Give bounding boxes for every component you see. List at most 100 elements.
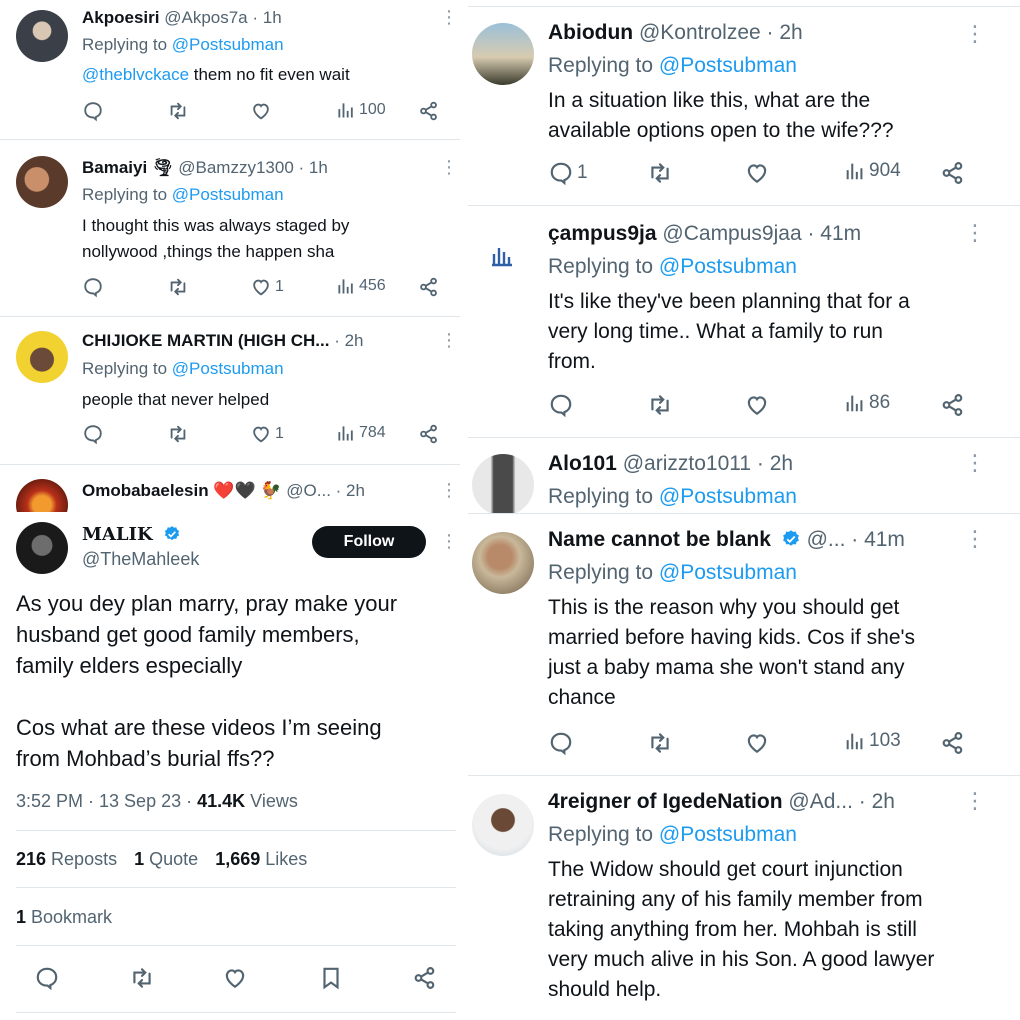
avatar[interactable]	[16, 479, 68, 512]
more-options-icon[interactable]: ⋮	[440, 8, 458, 26]
avatar[interactable]	[472, 224, 534, 286]
author-name[interactable]: Name cannot be blank	[548, 528, 771, 551]
views-button[interactable]: 784	[336, 423, 386, 443]
author-handle[interactable]: @TheMahleek	[82, 549, 199, 570]
retweet-button[interactable]	[166, 423, 190, 445]
like-button[interactable]: 1	[250, 276, 284, 298]
more-options-icon[interactable]: ⋮	[440, 532, 458, 550]
reply-button[interactable]	[548, 392, 577, 418]
avatar[interactable]	[16, 156, 68, 208]
reply-button[interactable]: 1	[548, 160, 588, 186]
author-name[interactable]: Akpoesiri	[82, 8, 159, 27]
replying-to-handle[interactable]: @Postsubman	[659, 823, 797, 846]
reposts-stat[interactable]: 216 Reposts	[16, 849, 117, 869]
like-button[interactable]	[744, 160, 770, 186]
share-button[interactable]	[418, 100, 440, 122]
more-options-icon[interactable]: ⋮	[964, 452, 986, 474]
avatar[interactable]	[472, 454, 534, 513]
reply-tweet[interactable]: CHIJIOKE MARTIN (HIGH CH... · 2h ⋮ Reply…	[0, 317, 460, 465]
views-button[interactable]: 456	[336, 276, 386, 296]
reply-button[interactable]	[82, 276, 107, 298]
timestamp[interactable]: 3:52 PM · 13 Sep 23 ·	[16, 791, 197, 811]
replying-to-handle[interactable]: @Postsubman	[659, 255, 797, 278]
like-button[interactable]	[744, 730, 770, 756]
author-name[interactable]: Alo101	[548, 452, 617, 475]
author-handle[interactable]: @O...	[286, 481, 331, 500]
more-options-icon[interactable]: ⋮	[964, 222, 986, 244]
replying-to-handle[interactable]: @Postsubman	[659, 561, 797, 584]
avatar[interactable]	[472, 794, 534, 856]
avatar[interactable]	[472, 23, 534, 85]
author-handle[interactable]: @...	[807, 528, 846, 551]
share-button[interactable]	[940, 160, 966, 186]
author-handle[interactable]: @Campus9jaa	[662, 222, 801, 245]
reply-button[interactable]	[548, 730, 577, 756]
more-options-icon[interactable]: ⋮	[440, 481, 458, 499]
like-button[interactable]	[744, 392, 770, 418]
more-options-icon[interactable]: ⋮	[964, 790, 986, 812]
replying-to-handle[interactable]: @Postsubman	[659, 485, 797, 508]
share-button[interactable]	[418, 423, 440, 445]
author-name[interactable]: Abiodun	[548, 21, 633, 44]
avatar[interactable]	[16, 522, 68, 574]
retweet-button[interactable]	[646, 730, 674, 756]
author-handle[interactable]: @arizzto1011	[623, 452, 751, 475]
replying-to-handle[interactable]: @Postsubman	[172, 35, 284, 54]
author-name[interactable]: Bamaiyi 🌪	[82, 158, 174, 177]
like-button[interactable]: 1	[250, 423, 284, 445]
reply-tweet[interactable]: 4reigner of IgedeNation @Ad... · 2h ⋮ Re…	[468, 776, 1020, 1020]
author-handle[interactable]: @Bamzzy1300	[178, 158, 294, 177]
author-handle[interactable]: @Ad...	[788, 790, 853, 813]
author-handle[interactable]: @Kontrolzee	[639, 21, 761, 44]
more-options-icon[interactable]: ⋮	[440, 331, 458, 349]
author-handle[interactable]: @Akpos7a	[164, 8, 247, 27]
views-button[interactable]: 100	[336, 100, 386, 120]
avatar[interactable]	[16, 331, 68, 383]
share-button[interactable]	[940, 392, 966, 418]
share-button[interactable]	[940, 730, 966, 756]
views-button[interactable]: 86	[844, 392, 890, 414]
author-name[interactable]: Omobabaelesin ❤️🖤 🐓	[82, 481, 282, 500]
bookmarks-stat[interactable]: 1 Bookmark	[16, 907, 112, 928]
reply-button[interactable]	[34, 965, 60, 991]
reply-tweet[interactable]: çampus9ja @Campus9jaa · 41m ⋮ Replying t…	[468, 206, 1020, 438]
reply-tweet[interactable]: Abiodun @Kontrolzee · 2h ⋮ Replying to @…	[468, 7, 1020, 206]
replying-to-handle[interactable]: @Postsubman	[172, 185, 284, 204]
likes-stat[interactable]: 1,669 Likes	[215, 849, 307, 869]
retweet-button[interactable]	[646, 160, 674, 186]
quotes-stat[interactable]: 1 Quote	[134, 849, 198, 869]
share-button[interactable]	[412, 965, 438, 991]
retweet-button[interactable]	[166, 100, 190, 122]
author-name[interactable]: CHIJIOKE MARTIN (HIGH CH...	[82, 331, 329, 350]
like-button[interactable]	[250, 100, 275, 122]
more-options-icon[interactable]: ⋮	[964, 528, 986, 550]
bookmark-button[interactable]	[318, 965, 344, 991]
retweet-button[interactable]	[128, 965, 156, 991]
replying-to: Replying to @Postsubman	[548, 561, 797, 584]
reply-tweet[interactable]: Bamaiyi 🌪 @Bamzzy1300 · 1h ⋮ Replying to…	[0, 140, 460, 317]
retweet-button[interactable]	[646, 392, 674, 418]
avatar[interactable]	[16, 10, 68, 62]
retweet-button[interactable]	[166, 276, 190, 298]
author-name[interactable]: çampus9ja	[548, 222, 657, 245]
reply-tweet[interactable]: Omobabaelesin ❤️🖤 🐓 @O... · 2h ⋮	[0, 465, 460, 512]
reply-tweet[interactable]: Name cannot be blank @... · 41m ⋮ Replyi…	[468, 514, 1020, 776]
reply-button[interactable]	[82, 423, 107, 445]
views-button[interactable]: 103	[844, 730, 901, 752]
reply-tweet[interactable]: Akpoesiri @Akpos7a · 1h ⋮ Replying to @P…	[0, 0, 460, 140]
avatar[interactable]	[472, 532, 534, 594]
more-options-icon[interactable]: ⋮	[440, 158, 458, 176]
views-button[interactable]: 904	[844, 160, 901, 182]
author-name[interactable]: 4reigner of IgedeNation	[548, 790, 783, 813]
reply-tweet[interactable]: Alo101 @arizzto1011 · 2h ⋮ Replying to @…	[468, 438, 1020, 514]
reply-button[interactable]	[82, 100, 107, 122]
mention-link[interactable]: @theblvckace	[82, 65, 189, 84]
replying-to-handle[interactable]: @Postsubman	[659, 54, 797, 77]
share-button[interactable]	[418, 276, 440, 298]
follow-button[interactable]: Follow	[312, 526, 426, 558]
author-name[interactable]: MALIK	[82, 524, 153, 545]
more-options-icon[interactable]: ⋮	[964, 23, 986, 45]
like-button[interactable]	[222, 965, 248, 991]
replying-to-handle[interactable]: @Postsubman	[172, 359, 284, 378]
share-icon	[420, 277, 437, 297]
